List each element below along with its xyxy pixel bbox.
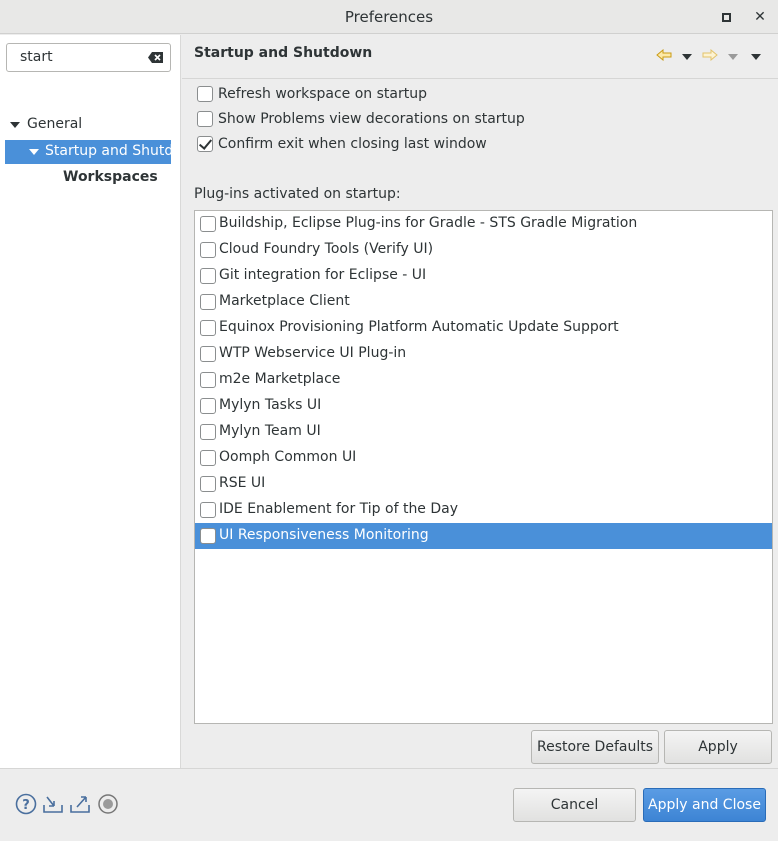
- filter-input[interactable]: [20, 49, 140, 65]
- option-label: Confirm exit when closing last window: [218, 136, 487, 152]
- apply-and-close-button[interactable]: Apply and Close: [643, 788, 766, 822]
- plugin-label: Mylyn Team UI: [219, 423, 321, 439]
- cancel-button[interactable]: Cancel: [513, 788, 636, 822]
- plugin-row[interactable]: RSE UI: [195, 471, 772, 497]
- plugins-list[interactable]: Buildship, Eclipse Plug-ins for Gradle -…: [194, 210, 773, 724]
- window-title: Preferences: [344, 8, 434, 26]
- tree-item-workspaces[interactable]: Workspaces: [5, 166, 171, 190]
- plugin-row[interactable]: Oomph Common UI: [195, 445, 772, 471]
- import-icon[interactable]: [42, 793, 64, 815]
- filter-field[interactable]: [6, 43, 171, 72]
- tree-item-label: Workspaces: [63, 169, 158, 185]
- preference-tree-pane: General Startup and Shutdown Workspaces: [0, 35, 181, 768]
- plugin-row[interactable]: IDE Enablement for Tip of the Day: [195, 497, 772, 523]
- tree-item-general[interactable]: General: [5, 113, 171, 137]
- checkbox[interactable]: [200, 528, 216, 544]
- checkbox-checked[interactable]: [197, 136, 213, 152]
- plugin-label: Equinox Provisioning Platform Automatic …: [219, 319, 619, 335]
- restore-defaults-button[interactable]: Restore Defaults: [531, 730, 659, 764]
- plugin-label: Mylyn Tasks UI: [219, 397, 322, 413]
- plugin-row[interactable]: UI Responsiveness Monitoring: [195, 523, 772, 549]
- tree-item-startup-and-shutdown[interactable]: Startup and Shutdown: [5, 140, 171, 164]
- plugins-caption: Plug-ins activated on startup:: [194, 186, 401, 202]
- checkbox[interactable]: [200, 372, 216, 388]
- tree-item-label: Startup and Shutdown: [45, 143, 171, 159]
- plugin-row[interactable]: Git integration for Eclipse - UI: [195, 263, 772, 289]
- plugin-row[interactable]: WTP Webservice UI Plug-in: [195, 341, 772, 367]
- plugin-row[interactable]: Mylyn Team UI: [195, 419, 772, 445]
- maximize-icon: [721, 12, 731, 22]
- close-button[interactable]: ✕: [749, 6, 771, 28]
- checkbox[interactable]: [200, 398, 216, 414]
- plugin-label: UI Responsiveness Monitoring: [219, 527, 429, 543]
- forward-arrow-icon[interactable]: [702, 49, 718, 61]
- expand-arrow-icon[interactable]: [10, 122, 20, 128]
- checkbox[interactable]: [200, 450, 216, 466]
- plugin-label: IDE Enablement for Tip of the Day: [219, 501, 459, 517]
- footer-divider: [0, 768, 778, 769]
- svg-text:?: ?: [22, 798, 30, 813]
- record-icon[interactable]: [97, 793, 119, 815]
- plugin-row[interactable]: Mylyn Tasks UI: [195, 393, 772, 419]
- clear-text-icon[interactable]: [148, 52, 163, 63]
- checkbox[interactable]: [197, 111, 213, 127]
- plugin-row[interactable]: m2e Marketplace: [195, 367, 772, 393]
- plugin-label: WTP Webservice UI Plug-in: [219, 345, 407, 361]
- plugin-label: m2e Marketplace: [219, 371, 341, 387]
- back-arrow-icon[interactable]: [656, 49, 672, 61]
- plugin-label: Buildship, Eclipse Plug-ins for Gradle -…: [219, 215, 638, 231]
- checkbox[interactable]: [200, 424, 216, 440]
- export-icon[interactable]: [69, 793, 91, 815]
- option-label: Show Problems view decorations on startu…: [218, 111, 525, 127]
- checkbox[interactable]: [200, 216, 216, 232]
- back-menu-chevron-down-icon[interactable]: [682, 54, 692, 60]
- help-icon[interactable]: ?: [15, 793, 37, 815]
- plugin-label: Marketplace Client: [219, 293, 350, 309]
- checkbox[interactable]: [200, 242, 216, 258]
- option-label: Refresh workspace on startup: [218, 86, 427, 102]
- close-icon: ✕: [754, 9, 766, 25]
- plugin-row[interactable]: Marketplace Client: [195, 289, 772, 315]
- maximize-button[interactable]: [715, 6, 737, 28]
- plugin-label: RSE UI: [219, 475, 266, 491]
- tree-item-label: General: [27, 116, 83, 132]
- forward-menu-chevron-down-icon[interactable]: [728, 54, 738, 60]
- checkbox[interactable]: [200, 346, 216, 362]
- plugin-row[interactable]: Cloud Foundry Tools (Verify UI): [195, 237, 772, 263]
- checkbox[interactable]: [200, 502, 216, 518]
- checkbox[interactable]: [200, 294, 216, 310]
- plugin-row[interactable]: Buildship, Eclipse Plug-ins for Gradle -…: [195, 211, 772, 237]
- view-menu-chevron-down-icon[interactable]: [751, 54, 761, 60]
- plugin-label: Cloud Foundry Tools (Verify UI): [219, 241, 434, 257]
- checkbox[interactable]: [200, 476, 216, 492]
- page-title: Startup and Shutdown: [194, 45, 373, 61]
- checkbox[interactable]: [197, 86, 213, 102]
- plugin-label: Oomph Common UI: [219, 449, 357, 465]
- checkbox[interactable]: [200, 320, 216, 336]
- title-bar: Preferences ✕: [0, 0, 778, 34]
- page-header: Startup and Shutdown: [182, 35, 778, 79]
- plugin-row[interactable]: Equinox Provisioning Platform Automatic …: [195, 315, 772, 341]
- expand-arrow-icon[interactable]: [29, 149, 39, 155]
- checkbox[interactable]: [200, 268, 216, 284]
- apply-button[interactable]: Apply: [664, 730, 772, 764]
- plugin-label: Git integration for Eclipse - UI: [219, 267, 427, 283]
